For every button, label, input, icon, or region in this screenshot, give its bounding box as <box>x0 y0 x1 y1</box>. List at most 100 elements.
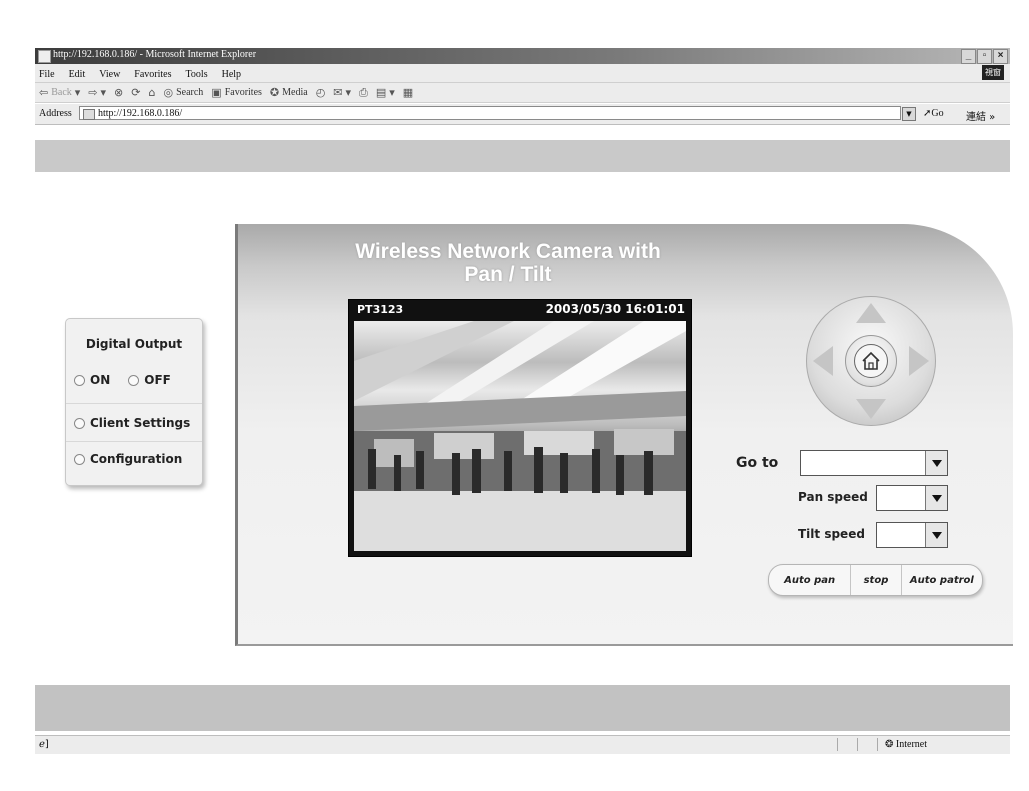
media-label: Media <box>282 87 308 98</box>
pan-tilt-pad <box>806 296 936 426</box>
camera-name: PT3123 <box>357 303 404 316</box>
tilt-down-button[interactable] <box>856 399 886 419</box>
address-input[interactable]: http://192.168.0.186/ <box>79 106 901 120</box>
goto-label: Go to <box>736 455 779 471</box>
pan-speed-label: Pan speed <box>798 490 868 504</box>
media-icon: ✪ <box>269 86 280 99</box>
configuration-link[interactable]: Configuration <box>74 452 182 466</box>
side-menu-panel: Digital Output ON OFF Client Settings Co… <box>65 318 203 486</box>
page-title: Wireless Network Camera with Pan / Tilt <box>298 240 718 286</box>
menu-file[interactable]: File <box>39 69 55 80</box>
tilt-up-button[interactable] <box>856 303 886 323</box>
auto-patrol-button[interactable]: Auto patrol <box>902 565 982 595</box>
dropdown-arrow-icon <box>925 451 947 475</box>
status-divider <box>857 738 858 751</box>
video-view[interactable]: PT3123 2003/05/30 16:01:01 <box>348 299 692 557</box>
address-bar: Address http://192.168.0.186/ ▼ ➚Go 連結 » <box>35 104 1010 125</box>
chevron-down-icon: ▾ <box>74 86 81 99</box>
home-nav-button[interactable]: ⌂ <box>148 86 155 99</box>
chevron-down-icon: ▾ <box>100 86 107 99</box>
refresh-button[interactable]: ⟳ <box>131 86 140 99</box>
address-url: http://192.168.0.186/ <box>98 108 183 119</box>
messenger-button[interactable]: ▦ <box>403 86 413 99</box>
messenger-icon: ▦ <box>402 86 414 99</box>
status-divider <box>877 738 878 751</box>
back-button[interactable]: ⇦ Back ▾ <box>39 86 80 99</box>
on-label: ON <box>90 373 111 387</box>
go-button[interactable]: ➚Go <box>923 108 944 119</box>
client-settings-link[interactable]: Client Settings <box>74 416 190 430</box>
configuration-label: Configuration <box>90 452 183 466</box>
menu-bar: File Edit View Favorites Tools Help 視窗 <box>35 64 1010 83</box>
history-button[interactable]: ◴ <box>316 86 326 99</box>
window-controls: _ ▫ × <box>961 49 1008 64</box>
address-label: Address <box>39 108 72 119</box>
stop-button[interactable]: stop <box>851 565 902 595</box>
go-label: Go <box>931 108 944 119</box>
divider <box>66 441 202 442</box>
patrol-button-group: Auto pan stop Auto patrol <box>768 564 983 596</box>
close-button[interactable]: × <box>993 49 1008 64</box>
on-radio[interactable] <box>74 374 85 386</box>
pan-right-button[interactable] <box>909 346 929 376</box>
search-button[interactable]: ◎ Search <box>163 86 203 99</box>
mail-button[interactable]: ✉ ▾ <box>333 86 351 99</box>
menu-edit[interactable]: Edit <box>69 69 86 80</box>
menu-tools[interactable]: Tools <box>186 69 208 80</box>
home-position-button[interactable] <box>845 335 897 387</box>
tilt-speed-label: Tilt speed <box>798 527 865 541</box>
zone-label: Internet <box>895 739 927 750</box>
forward-button[interactable]: ⇨ ▾ <box>88 86 106 99</box>
page-icon <box>83 109 95 120</box>
edit-button[interactable]: ▤ ▾ <box>376 86 395 99</box>
page-title-line1: Wireless Network Camera with <box>355 240 661 263</box>
back-label: Back <box>51 87 72 98</box>
page-footer-band <box>35 685 1010 731</box>
history-icon: ◴ <box>315 86 326 99</box>
forward-arrow-icon: ⇨ <box>88 86 98 99</box>
auto-pan-button[interactable]: Auto pan <box>769 565 852 595</box>
address-dropdown-button[interactable]: ▼ <box>902 107 916 121</box>
favorites-button[interactable]: ▣ Favorites <box>211 86 262 99</box>
pan-left-button[interactable] <box>813 346 833 376</box>
off-label: OFF <box>144 373 171 387</box>
stop-nav-button[interactable]: ⊗ <box>114 86 123 99</box>
page-header-band <box>35 140 1010 172</box>
minimize-button[interactable]: _ <box>961 49 976 64</box>
search-icon: ◎ <box>163 86 174 99</box>
tilt-speed-select[interactable] <box>876 522 948 548</box>
chevron-down-icon: ▾ <box>389 86 395 99</box>
status-divider <box>837 738 838 751</box>
off-radio[interactable] <box>128 374 140 386</box>
digital-output-options: ON OFF <box>74 373 171 387</box>
camera-image <box>354 321 686 551</box>
dropdown-arrow-icon <box>925 523 947 547</box>
browser-window: http://192.168.0.186/ - Microsoft Intern… <box>35 48 1013 754</box>
goto-select[interactable] <box>800 450 948 476</box>
menu-help[interactable]: Help <box>222 69 241 80</box>
links-label: 連結 <box>966 112 986 123</box>
bullet-icon <box>74 453 85 465</box>
menu-favorites[interactable]: Favorites <box>134 69 171 80</box>
home-icon <box>854 344 888 378</box>
menu-view[interactable]: View <box>99 69 120 80</box>
search-label: Search <box>176 87 204 98</box>
media-button[interactable]: ✪ Media <box>270 86 308 99</box>
favorites-icon: ▣ <box>211 86 222 99</box>
home-glyph <box>862 351 880 370</box>
back-arrow-icon: ⇦ <box>39 86 49 99</box>
stop-icon: ⊗ <box>114 86 124 99</box>
maximize-button[interactable]: ▫ <box>977 49 992 64</box>
title-bar: http://192.168.0.186/ - Microsoft Intern… <box>35 48 1010 64</box>
digital-output-heading: Digital Output <box>85 337 183 351</box>
bullet-icon <box>74 417 85 429</box>
pan-speed-select[interactable] <box>876 485 948 511</box>
print-icon: ⎙ <box>359 85 368 99</box>
links-button[interactable]: 連結 » <box>966 108 995 123</box>
home-icon: ⌂ <box>148 86 156 99</box>
status-bar: ℯ] ❂ Internet <box>35 735 1010 754</box>
camera-scene <box>354 321 686 551</box>
client-settings-label: Client Settings <box>90 416 191 430</box>
print-button[interactable]: ⎙ <box>359 86 368 100</box>
camera-panel: Wireless Network Camera with Pan / Tilt … <box>235 224 1013 646</box>
